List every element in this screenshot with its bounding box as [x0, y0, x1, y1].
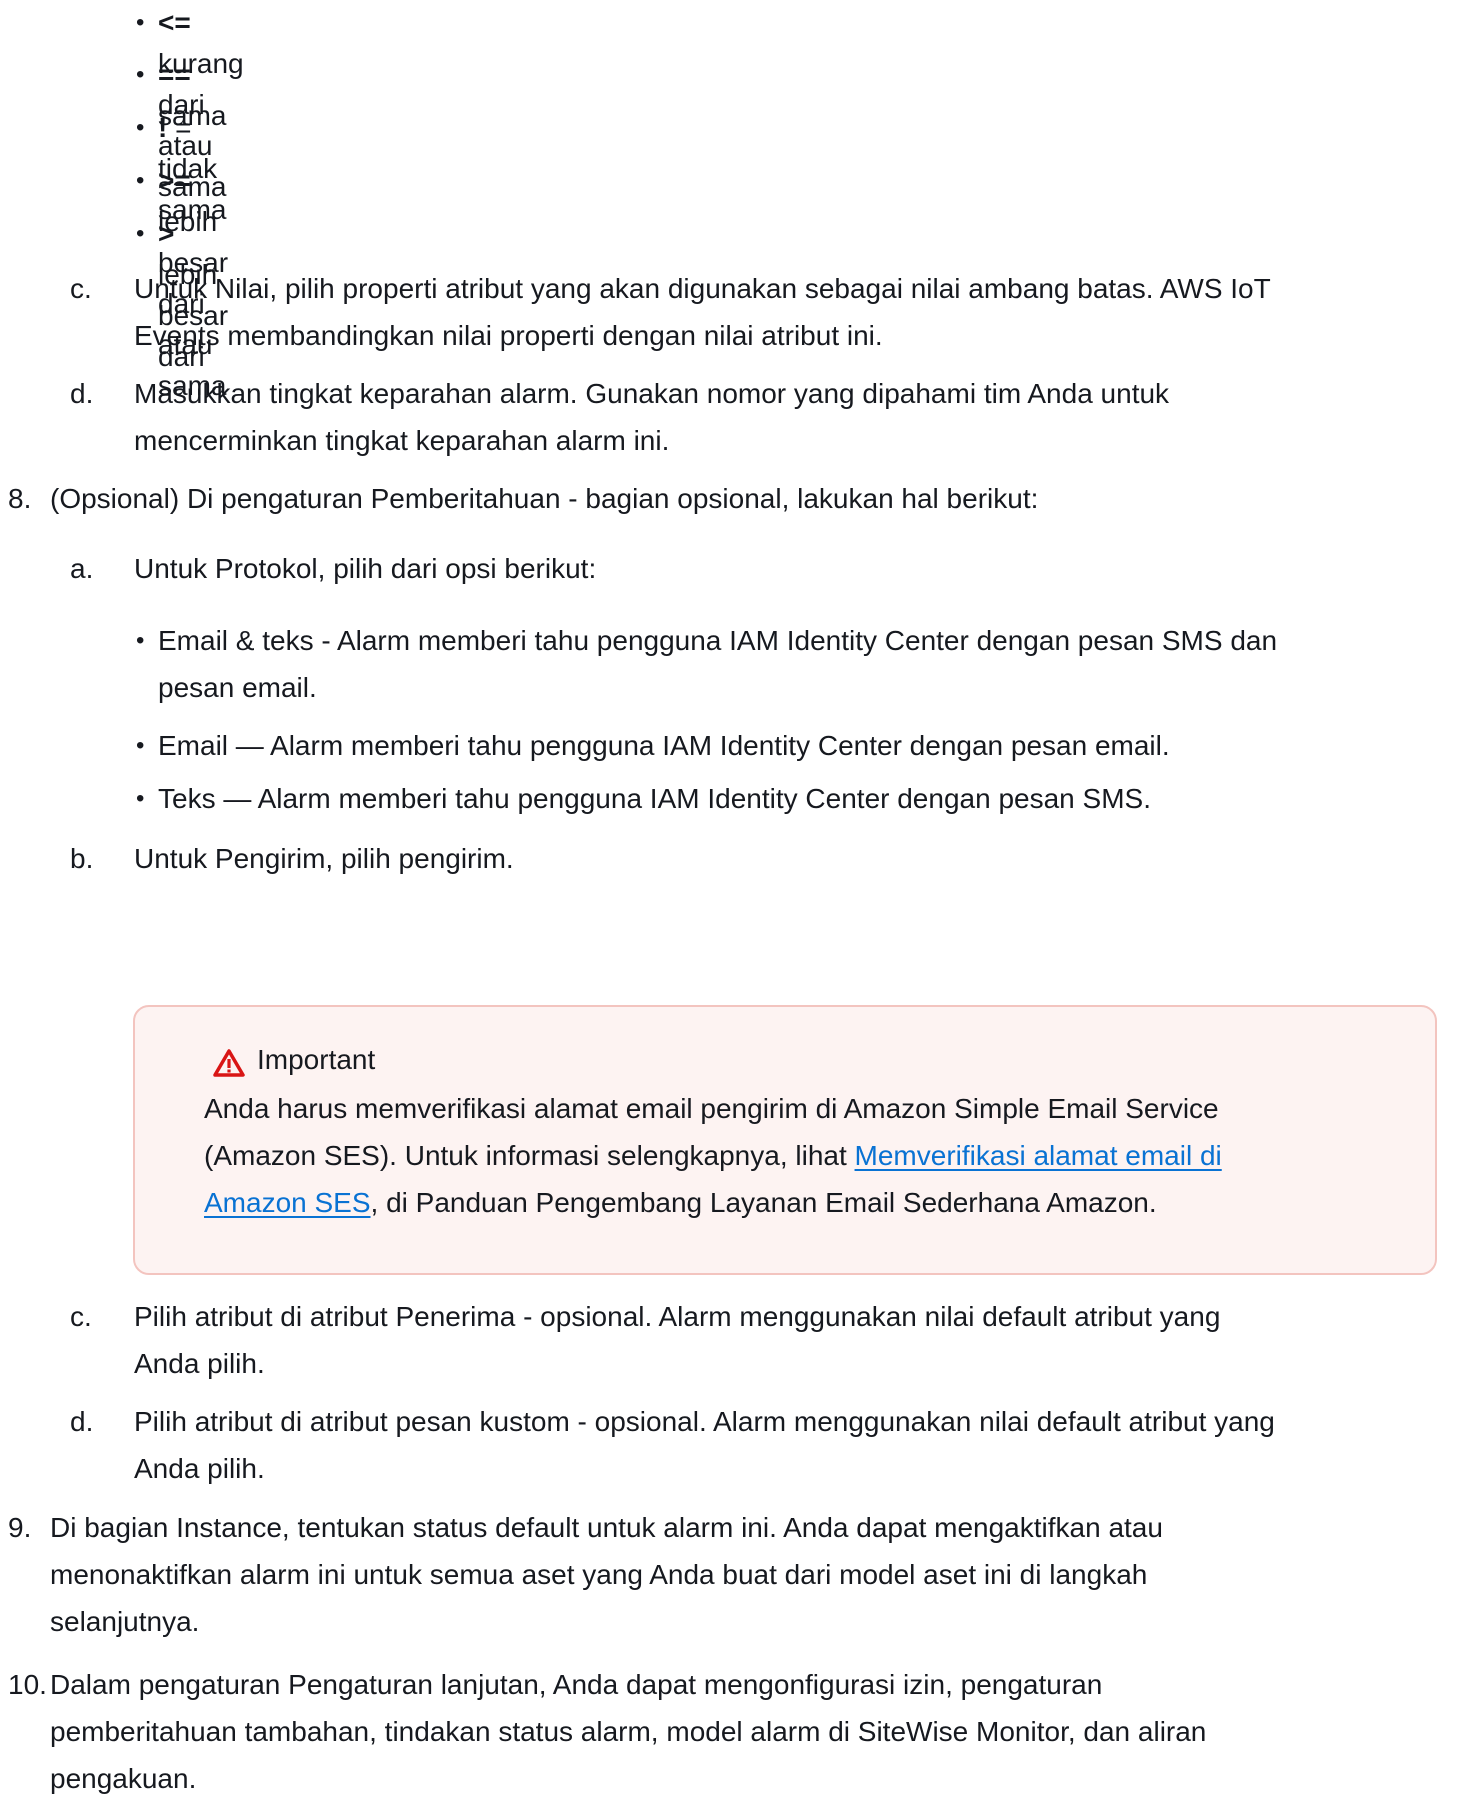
- step-number: 9.: [8, 1512, 32, 1543]
- step-text: selanjutnya.: [50, 1606, 200, 1637]
- substep-text: Untuk Nilai, pilih properti atribut yang…: [134, 273, 1271, 304]
- bullet: •: [136, 167, 145, 194]
- ses-verify-link[interactable]: Memverifikasi alamat email di: [855, 1140, 1222, 1171]
- substep-text: Anda pilih.: [134, 1453, 265, 1484]
- step-text: Di bagian Instance, tentukan status defa…: [50, 1512, 1163, 1543]
- callout-text: Anda harus memverifikasi alamat email pe…: [204, 1093, 1219, 1124]
- substep-text: Untuk Protokol, pilih dari opsi berikut:: [134, 553, 597, 584]
- substep-text: Untuk Pengirim, pilih pengirim.: [134, 843, 514, 874]
- bullet: •: [136, 732, 145, 759]
- callout-title: Important: [257, 1044, 376, 1075]
- callout-text: (Amazon SES). Untuk informasi selengkapn…: [204, 1140, 855, 1171]
- substep-text: Events membandingkan nilai properti deng…: [134, 320, 883, 351]
- substep-label: d.: [70, 378, 94, 409]
- substep-text: Pilih atribut di atribut pesan kustom - …: [134, 1406, 1275, 1437]
- operator-symbol: !: [158, 112, 168, 143]
- substep-text: mencerminkan tingkat keparahan alarm ini…: [134, 425, 670, 456]
- bullet: •: [136, 220, 145, 247]
- protocol-text: Email — Alarm memberi tahu pengguna IAM …: [158, 730, 1170, 761]
- substep-text: Anda pilih.: [134, 1348, 265, 1379]
- substep-text: Pilih atribut di atribut Penerima - opsi…: [134, 1301, 1221, 1332]
- bullet: •: [136, 627, 145, 654]
- operator-symbol: ==: [158, 59, 191, 90]
- operator-symbol: >: [158, 218, 175, 249]
- protocol-text: Teks — Alarm memberi tahu pengguna IAM I…: [158, 783, 1151, 814]
- substep-label: a.: [70, 553, 94, 584]
- step-number: 10.: [8, 1669, 47, 1700]
- substep-label: b.: [70, 843, 94, 874]
- substep-label: c.: [70, 1301, 92, 1332]
- step-text: (Opsional) Di pengaturan Pemberitahuan -…: [50, 483, 1039, 514]
- bullet: •: [136, 785, 145, 812]
- protocol-text: pesan email.: [158, 672, 317, 703]
- callout-text: , di Panduan Pengembang Layanan Email Se…: [370, 1187, 1157, 1218]
- step-number: 8.: [8, 483, 32, 514]
- ses-verify-link-continued[interactable]: Amazon SES: [204, 1187, 371, 1218]
- bullet: •: [136, 9, 145, 36]
- step-text: Dalam pengaturan Pengaturan lanjutan, An…: [50, 1669, 1103, 1700]
- substep-label: d.: [70, 1406, 94, 1437]
- step-text: pemberitahuan tambahan, tindakan status …: [50, 1716, 1207, 1747]
- protocol-text: Email & teks - Alarm memberi tahu penggu…: [158, 625, 1278, 656]
- substep-label: c.: [70, 273, 92, 304]
- operator-symbol: <=: [158, 7, 191, 38]
- bullet: •: [136, 114, 145, 141]
- operator-symbol: >=: [158, 165, 191, 196]
- step-text: pengakuan.: [50, 1763, 197, 1794]
- important-callout: Important Anda harus memverifikasi alama…: [133, 1005, 1437, 1275]
- warning-icon: [213, 1049, 245, 1077]
- substep-text: Masukkan tingkat keparahan alarm. Gunaka…: [134, 378, 1170, 409]
- step-text: menonaktifkan alarm ini untuk semua aset…: [50, 1559, 1148, 1590]
- bullet: •: [136, 61, 145, 88]
